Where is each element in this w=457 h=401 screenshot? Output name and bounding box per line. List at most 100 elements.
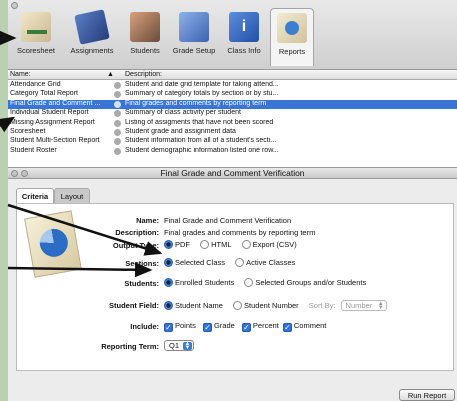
radio-selected-icon [164, 301, 173, 310]
reporting-term-select[interactable]: Q1 ▲ ▼ [164, 340, 195, 351]
report-name: Category Total Report [10, 90, 78, 98]
reporting-term-label: Reporting Term: [101, 342, 159, 351]
report-name: Attendance Grid [10, 81, 61, 88]
arrow-circle-icon[interactable] [114, 138, 121, 146]
toolbar-label: Assignments [70, 46, 114, 55]
toolbar-label: Class Info [227, 46, 261, 55]
table-row[interactable]: Student Multi-Section Report Student info… [8, 137, 457, 146]
table-row[interactable]: Individual Student Report Summary of clas… [8, 109, 457, 118]
sections-label: Sections: [125, 259, 159, 268]
sort-by-select[interactable]: Number ▲ ▼ [340, 300, 388, 311]
report-dialog: Final Grade and Comment Verification Cri… [8, 168, 457, 401]
tab-criteria[interactable]: Criteria [16, 188, 54, 203]
student-field-group: Student Name Student Number Sort By: Num… [164, 300, 388, 311]
table-row[interactable]: Attendance Grid Student and date grid tem… [8, 81, 457, 90]
sections-group: Selected Class Active Classes [164, 258, 303, 267]
report-description: Summary of class activity per student [125, 109, 241, 117]
student-number-radio[interactable]: Student Number [233, 301, 299, 310]
dialog-titlebar: Final Grade and Comment Verification [8, 168, 457, 179]
students-enrolled-radio[interactable]: Enrolled Students [164, 278, 234, 287]
report-name: Missing Assignment Report [10, 118, 95, 126]
arrow-circle-icon[interactable] [114, 100, 121, 108]
column-header-name[interactable]: Name: [10, 71, 31, 78]
output-type-label: Output Type: [112, 241, 159, 250]
include-comment-checkbox[interactable]: ✓ Comment [282, 321, 326, 332]
toolbar-reports[interactable]: Reports [270, 8, 314, 66]
checkmark-icon: ✓ [164, 323, 173, 332]
sections-active-classes-radio[interactable]: Active Classes [235, 258, 295, 267]
updown-arrows-icon: ▲ ▼ [377, 301, 384, 311]
radio-empty-icon [200, 240, 210, 249]
student-name-radio[interactable]: Student Name [164, 301, 223, 310]
table-row[interactable]: Missing Assignment Report Listing of assi… [8, 119, 457, 128]
toolbar-assignments[interactable]: Assignments [64, 8, 120, 66]
radio-empty-icon [233, 301, 243, 310]
students-selected-groups-radio[interactable]: Selected Groups and/or Students [244, 278, 366, 287]
students-group: Enrolled Students Selected Groups and/or… [164, 278, 374, 287]
dialog-title: Final Grade and Comment Verification [160, 168, 305, 178]
reports-icon [277, 13, 307, 43]
toolbar-label: Reports [278, 47, 306, 56]
include-grade-checkbox[interactable]: ✓ Grade [202, 321, 235, 332]
toolbar-label: Grade Setup [172, 46, 216, 55]
output-pdf-radio[interactable]: PDF [164, 240, 190, 249]
table-row[interactable]: Final Grade and Comment ... Final grades … [8, 99, 457, 110]
checkbox-label: Points [175, 321, 196, 330]
assignments-icon [74, 9, 110, 45]
dialog-close-button[interactable] [11, 170, 18, 177]
select-value: Number [345, 301, 373, 310]
toolbar-scoresheet[interactable]: Scoresheet [10, 8, 62, 66]
report-name: Individual Student Report [10, 109, 89, 117]
radio-label: Selected Groups and/or Students [255, 278, 367, 287]
radio-selected-icon [164, 278, 173, 287]
report-document-icon [24, 210, 82, 278]
tab-layout[interactable]: Layout [54, 188, 90, 203]
report-name: Student Roster [10, 146, 57, 154]
student-field-label: Student Field: [109, 301, 159, 310]
table-header: Name: ▲ Description: [8, 70, 457, 80]
table-row[interactable]: Category Total Report Summary of category… [8, 90, 457, 99]
description-value: Final grades and comments by reporting t… [164, 228, 316, 237]
output-type-group: PDF HTML Export (CSV) [164, 240, 305, 249]
arrow-circle-icon[interactable] [114, 147, 121, 155]
report-description: Listing of assigments that have not been… [125, 118, 274, 126]
arrow-circle-icon[interactable] [114, 119, 121, 127]
sort-indicator: ▲ [107, 71, 114, 78]
checkmark-icon: ✓ [202, 323, 212, 332]
run-report-button[interactable]: Run Report [399, 389, 455, 401]
report-description: Final grades and comments by reporting t… [125, 99, 267, 107]
radio-selected-icon [164, 258, 173, 267]
radio-label: Active Classes [246, 258, 296, 267]
arrow-circle-icon[interactable] [114, 129, 121, 136]
table-row[interactable]: Student Roster Student demographic inform… [8, 147, 457, 156]
select-value: Q1 [169, 341, 180, 350]
radio-selected-icon [164, 240, 173, 249]
dialog-minimize-button[interactable] [21, 170, 28, 177]
checkmark-icon: ✓ [282, 323, 292, 332]
radio-label: Student Name [175, 301, 223, 310]
radio-empty-icon [235, 258, 245, 267]
radio-empty-icon [241, 240, 251, 249]
output-csv-radio[interactable]: Export (CSV) [241, 240, 297, 249]
toolbar-grade-setup[interactable]: Grade Setup [168, 8, 220, 66]
toolbar-students[interactable]: Students [124, 8, 166, 66]
reports-table: Name: ▲ Description: Attendance Grid Stud… [8, 70, 457, 168]
include-percent-checkbox[interactable]: ✓ Percent [241, 321, 279, 332]
sections-selected-class-radio[interactable]: Selected Class [164, 258, 225, 267]
include-label: Include: [130, 322, 159, 331]
radio-label: Student Number [244, 301, 299, 310]
students-icon [130, 12, 160, 42]
column-header-description[interactable]: Description: [125, 71, 162, 78]
table-row[interactable]: Scoresheet Student grade and assignment d… [8, 128, 457, 137]
report-description: Student grade and assignment data [125, 128, 236, 135]
name-value: Final Grade and Comment Verification [164, 216, 292, 225]
arrow-circle-icon[interactable] [114, 110, 121, 118]
toolbar-class-info[interactable]: i Class Info [222, 8, 266, 66]
output-html-radio[interactable]: HTML [200, 240, 232, 249]
arrow-circle-icon[interactable] [114, 82, 121, 89]
include-points-checkbox[interactable]: ✓ Points [164, 321, 196, 332]
report-name: Scoresheet [10, 128, 46, 135]
arrow-circle-icon[interactable] [114, 91, 121, 99]
students-label: Students: [124, 279, 159, 288]
report-name: Student Multi-Section Report [10, 137, 100, 145]
